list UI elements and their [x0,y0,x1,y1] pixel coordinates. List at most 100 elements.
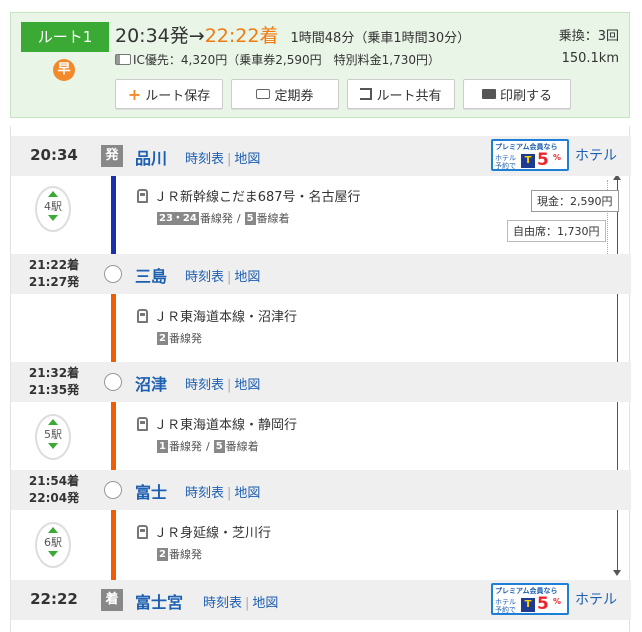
train-label: ＪＲ新幹線こだま687号・名古屋行 [154,190,361,205]
link-separator: | [227,378,232,393]
station-times: 21:32着 21:35発 [19,365,89,399]
save-route-button[interactable]: + ルート保存 [115,79,223,109]
commuter-pass-label: 定期券 [274,88,314,104]
hotel-promo[interactable]: プレミアム会員なら ホテル 予約で T 5 % ホテル [491,139,617,171]
banner-percent: 5 [537,594,549,614]
hotel-link[interactable]: ホテル [575,589,617,609]
station-name[interactable]: 富士宮 [135,589,183,613]
expand-up-icon [48,527,58,533]
station-circle-icon [104,481,122,499]
route-tab[interactable]: ルート1 [21,22,109,52]
station-time: 22:22 [30,590,78,608]
expand-up-icon [48,419,58,425]
expand-down-icon [48,551,58,557]
tpoint-banner[interactable]: プレミアム会員なら ホテル 予約で T 5 % [491,139,569,171]
station-name[interactable]: 品川 [135,145,167,169]
platform-separator: / [205,439,210,453]
station-name[interactable]: 三島 [135,263,167,287]
station-links: 時刻表 | 地図 [185,374,260,393]
train-name: ＪＲ東海道本線・静岡行 [137,414,297,433]
hotel-link[interactable]: ホテル [575,145,617,165]
arrive-platform: 5 [244,211,256,225]
depart-platform-suffix: 番線発 [168,332,202,345]
timetable-link[interactable]: 時刻表 [185,152,224,167]
banner-reserve-text: 予約で [495,162,516,170]
depart-platform-suffix: 番線発 [168,440,202,453]
station-links: 時刻表 | 地図 [203,592,278,611]
stop-count-badge[interactable]: 6駅 [35,522,71,568]
station-links: 時刻表 | 地図 [185,266,260,285]
arrive-platform: 5 [213,439,225,453]
stop-count: 4駅 [44,200,62,213]
banner-unit: % [553,597,562,606]
timetable-link[interactable]: 時刻表 [185,270,224,285]
depart-time: 21:35発 [28,383,80,397]
commuter-pass-button[interactable]: 定期券 [231,79,339,109]
banner-unit: % [553,153,562,162]
link-separator: | [227,486,232,501]
train-label: ＪＲ身延線・芝川行 [154,526,272,541]
link-separator: | [227,270,232,285]
arrive-time: 21:32着 [28,366,80,380]
banner-hotel-text: ホテル [495,154,516,162]
ic-card-icon [115,54,131,65]
share-route-button[interactable]: ルート共有 [347,79,455,109]
hotel-promo[interactable]: プレミアム会員なら ホテル 予約で T 5 % ホテル [491,583,617,615]
local-line [111,274,116,592]
expand-up-icon [48,191,58,197]
timetable-link[interactable]: 時刻表 [185,378,224,393]
expand-down-icon [48,443,58,449]
share-route-label: ルート共有 [376,88,442,104]
banner-percent: 5 [537,150,549,170]
depart-time: 21:27発 [28,275,80,289]
banner-line2: ホテル 予約で [495,598,516,614]
stop-count: 6駅 [44,536,62,549]
route-summary: ルート1 早 20:34発→22:22着 1時間48分（乗車1時間30分） IC… [10,12,630,118]
station-name[interactable]: 富士 [135,479,167,503]
timetable-link[interactable]: 時刻表 [203,596,242,611]
train-icon [137,188,148,203]
fare-range-arrow-down-icon [613,570,621,576]
tpoint-logo-icon: T [521,154,535,168]
arrive-platform-suffix: 番線着 [256,212,290,225]
timetable-link[interactable]: 時刻表 [185,486,224,501]
print-button[interactable]: 印刷する [463,79,571,109]
stop-count-badge[interactable]: 5駅 [35,414,71,460]
map-link[interactable]: 地図 [234,270,260,285]
map-link[interactable]: 地図 [252,596,278,611]
depart-platform-suffix: 番線発 [168,548,202,561]
train-name: ＪＲ新幹線こだま687号・名古屋行 [137,186,361,205]
map-link[interactable]: 地図 [234,378,260,393]
depart-platform: 2 [157,547,168,561]
depart-platform: 2 [157,331,168,345]
depart-platform: 23・24 [157,211,199,225]
banner-line2: ホテル 予約で [495,154,516,170]
platform-info: 2 番線発 [157,330,202,346]
station-name[interactable]: 沼津 [135,371,167,395]
map-link[interactable]: 地図 [234,152,260,167]
stop-count-badge[interactable]: 4駅 [35,186,71,232]
depart-time: 22:04発 [28,491,80,505]
depart-label: 発 [101,145,123,167]
printer-icon [481,89,496,99]
link-separator: | [227,152,232,167]
station-times: 21:54着 22:04発 [19,473,89,507]
save-route-label: ルート保存 [145,88,211,104]
tpoint-banner[interactable]: プレミアム会員なら ホテル 予約で T 5 % [491,583,569,615]
train-icon [137,308,148,323]
depart-time: 20:34発 [115,25,189,47]
station-links: 時刻表 | 地図 [185,148,260,167]
arrive-label: 着 [101,589,123,611]
train-icon [137,416,148,431]
depart-platform: 1 [157,439,168,453]
station-time: 20:34 [30,146,78,164]
station-shinagawa: 20:34 発 品川 時刻表 | 地図 プレミアム会員なら ホテル 予約で T 5 %… [11,136,631,176]
banner-hotel-text: ホテル [495,598,516,606]
cash-fare-box: 現金：2,590円 [531,190,619,212]
depart-platform-suffix: 番線発 [199,212,233,225]
expand-down-icon [48,215,58,221]
fare-text: IC優先：4,320円（乗車券2,590円 特別料金1,730円） [133,53,440,67]
print-label: 印刷する [499,88,552,104]
map-link[interactable]: 地図 [234,486,260,501]
route-times: 20:34発→22:22着 1時間48分（乗車1時間30分） [115,21,470,48]
